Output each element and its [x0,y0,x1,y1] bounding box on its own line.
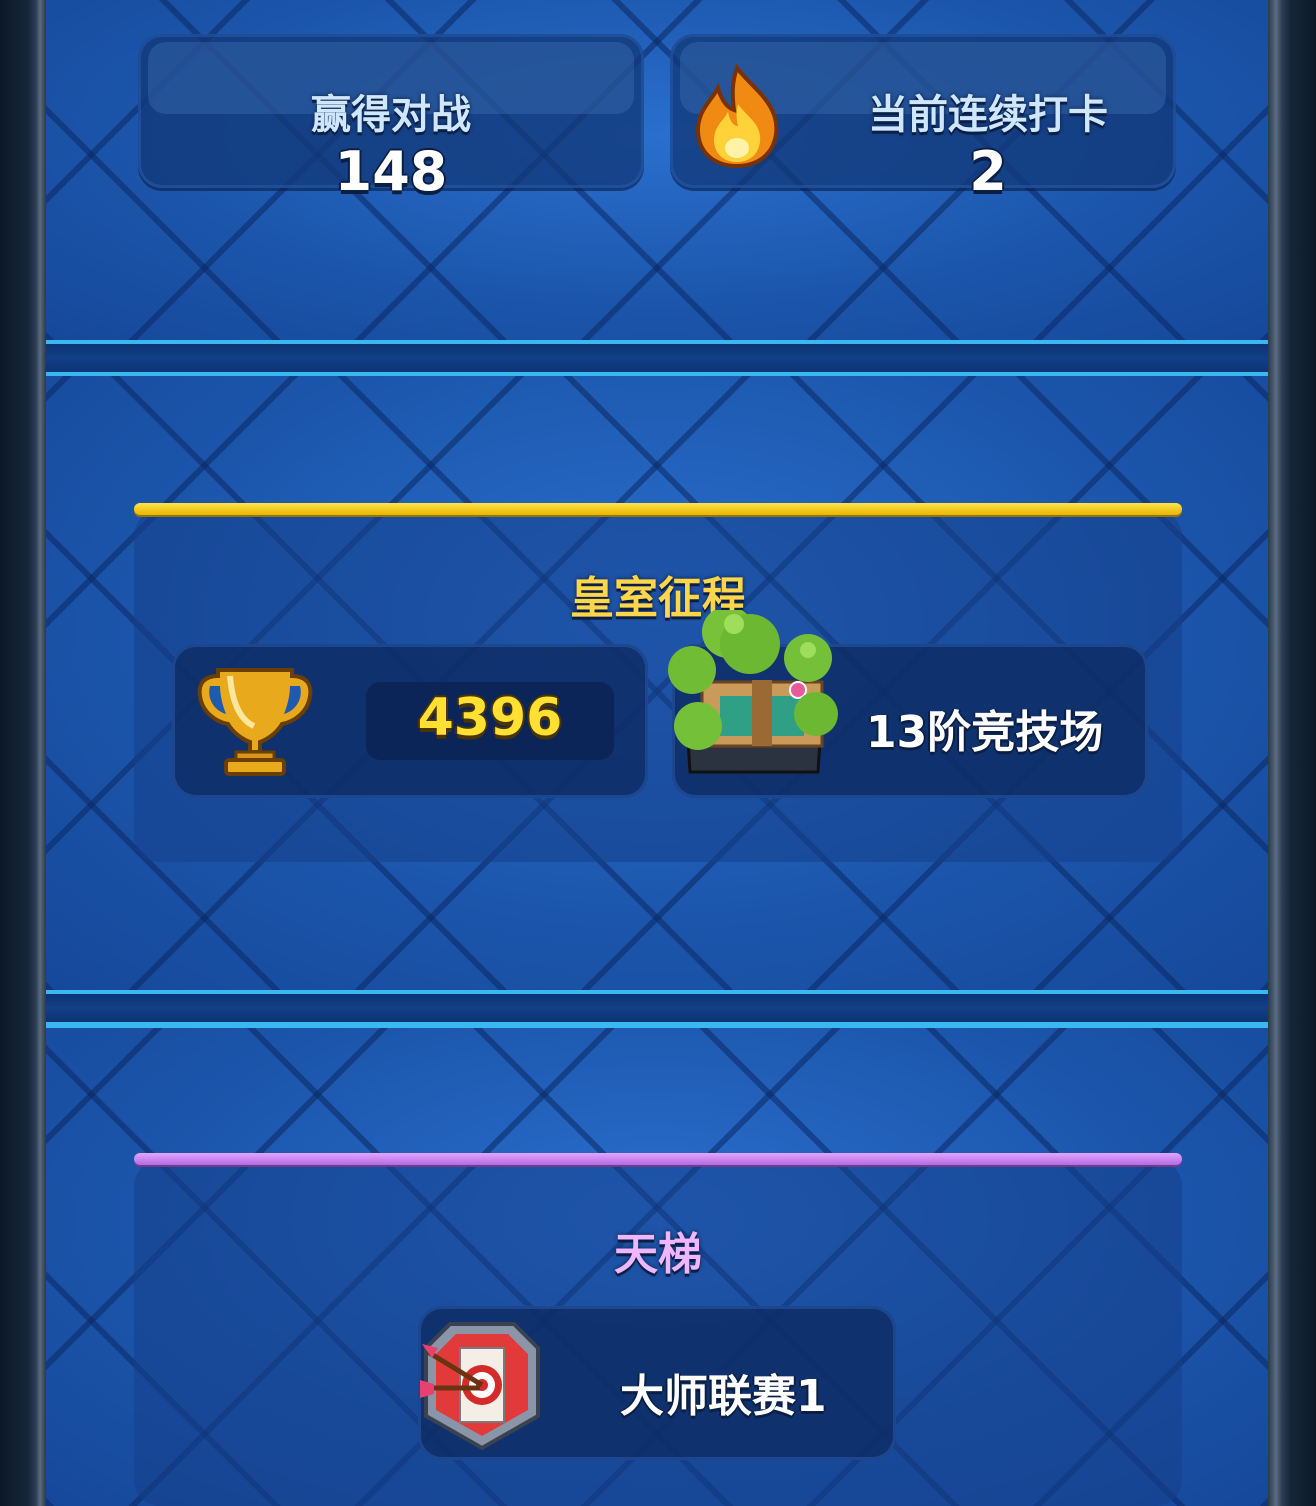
left-border [0,0,46,1506]
purple-accent-bar [134,1153,1182,1165]
streak-value: 2 [969,140,1007,203]
screen-frame: 赢得对战 148 当前连续打卡 2 皇室征程 4396 13阶竞技场 天梯 大师… [0,0,1316,1506]
league-badge-icon [420,1322,540,1451]
arena-name: 13阶竞技场 [866,707,1104,758]
right-border [1268,0,1316,1506]
gold-accent-bar [134,503,1182,515]
streak-label: 当前连续打卡 [868,92,1108,138]
wins-value: 148 [334,140,448,203]
arena-icon [668,610,838,774]
trophy-icon [197,668,313,776]
trophy-count: 4396 [417,688,563,748]
divider [46,990,1268,1026]
flame-icon [695,64,779,168]
royal-road-title: 皇室征程 [570,573,746,624]
wins-label: 赢得对战 [311,92,471,138]
ladder-title: 天梯 [614,1229,702,1280]
trophy-count-box: 4396 [366,682,614,760]
league-name: 大师联赛1 [620,1371,827,1422]
wins-box: 赢得对战 148 [138,34,644,203]
divider [46,340,1268,376]
streak-box: 当前连续打卡 2 [670,34,1176,203]
